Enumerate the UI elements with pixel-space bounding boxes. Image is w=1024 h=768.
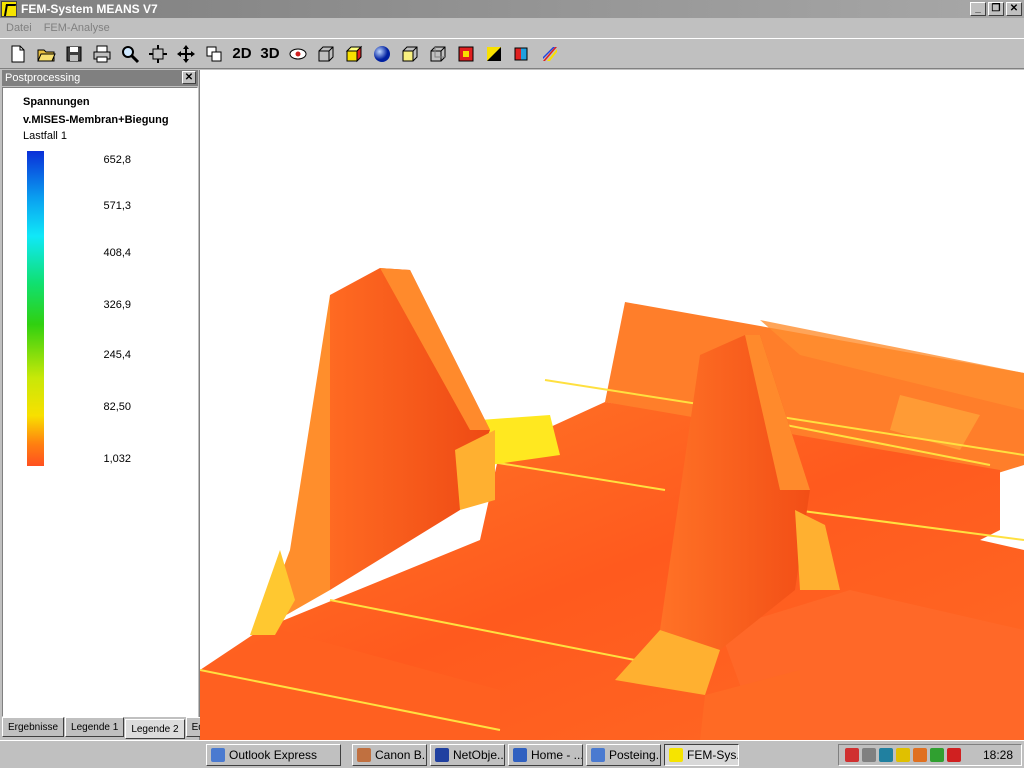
postprocessing-panel: Postprocessing ✕ Spannungen v.MISES-Memb… [0,70,215,740]
tray-tool-icon[interactable] [913,748,927,762]
task-posteingang[interactable]: Posteing... [586,743,661,766]
menu-datei[interactable]: Datei [0,22,38,34]
color-scale-bar [27,151,44,466]
tray-monitor-icon[interactable] [879,748,893,762]
menu-bar: Datei FEM-Analyse [0,18,1024,38]
canon-icon [357,747,371,762]
color-scale-icon[interactable] [536,42,564,66]
zoom-icon[interactable] [116,42,144,66]
task-outlook-express[interactable]: Outlook Express [206,743,341,766]
scale-value: 245,4 [103,349,131,361]
fem-3d-viewport[interactable] [200,70,1024,740]
browser-icon [513,747,527,762]
inbox-icon [591,747,605,762]
title-bar[interactable]: FEM-System MEANS V7 _ ❐ ✕ [0,0,1024,18]
rotate-eye-icon[interactable] [284,42,312,66]
tab-ergebnisse[interactable]: Ergebnisse [2,717,65,737]
fem-app-icon [669,747,683,762]
contour-fill-icon[interactable] [452,42,480,66]
view-2d-button[interactable]: 2D [228,42,256,66]
menu-fem-analyse[interactable]: FEM-Analyse [38,22,116,34]
app-logo-icon[interactable] [1,1,17,17]
wireframe-icon[interactable] [312,42,340,66]
tray-scheduler-icon[interactable] [845,748,859,762]
pan-icon[interactable] [172,42,200,66]
print-icon[interactable] [88,42,116,66]
tab-legende-1[interactable]: Legende 1 [65,717,125,737]
new-file-icon[interactable] [4,42,32,66]
section-icon[interactable] [508,42,536,66]
netobjects-icon [435,747,449,762]
window-title: FEM-System MEANS V7 [21,2,158,16]
task-fem-system[interactable]: FEM-Sys... [664,743,739,766]
save-icon[interactable] [60,42,88,66]
contour-lines-icon[interactable] [480,42,508,66]
panel-close-button[interactable]: ✕ [182,71,196,84]
tray-antivirus-icon[interactable] [947,748,961,762]
solid-cube-icon[interactable] [340,42,368,66]
stress-plot-render [200,268,1024,740]
open-folder-icon[interactable] [32,42,60,66]
system-tray: 18:28 [838,744,1022,766]
load-case-label: Lastfall 1 [23,130,68,142]
task-home[interactable]: Home - ... [508,743,583,766]
mesh-cube-icon[interactable] [396,42,424,66]
restore-button[interactable]: ❐ [988,2,1004,16]
tray-network-icon[interactable] [862,748,876,762]
task-netobjects[interactable]: NetObje... [430,743,505,766]
fit-view-icon[interactable] [144,42,172,66]
panel-title: Postprocessing [5,72,81,84]
legend-area: Spannungen v.MISES-Membran+Biegung Lastf… [2,87,198,717]
panel-tabs: Ergebnisse Legende 1 Legende 2 Edit [0,717,215,739]
shaded-sphere-icon[interactable] [368,42,396,66]
clock: 18:28 [982,748,1013,762]
outline-cube-icon[interactable] [424,42,452,66]
outlook-icon [211,747,225,762]
app-window: FEM-System MEANS V7 _ ❐ ✕ Datei FEM-Anal… [0,0,1024,768]
scale-value: 408,4 [103,247,131,259]
legend-subtitle: v.MISES-Membran+Biegung [23,114,169,126]
scale-value: 1,032 [103,453,131,465]
scale-value: 652,8 [103,154,131,166]
legend-title: Spannungen [23,96,90,108]
toolbar: 2D 3D [0,38,1024,69]
tray-app-icon[interactable] [930,748,944,762]
minimize-button[interactable]: _ [970,2,986,16]
scale-value: 571,3 [103,200,131,212]
panel-header: Postprocessing ✕ [2,70,198,86]
scale-value: 82,50 [103,401,131,413]
tab-legende-2[interactable]: Legende 2 [125,719,185,739]
close-button[interactable]: ✕ [1006,2,1022,16]
taskbar: Outlook Express Canon B... NetObje... Ho… [0,740,1024,768]
view-3d-button[interactable]: 3D [256,42,284,66]
scale-value: 326,9 [103,299,131,311]
copy-view-icon[interactable] [200,42,228,66]
task-canon[interactable]: Canon B... [352,743,427,766]
tray-volume-icon[interactable] [896,748,910,762]
